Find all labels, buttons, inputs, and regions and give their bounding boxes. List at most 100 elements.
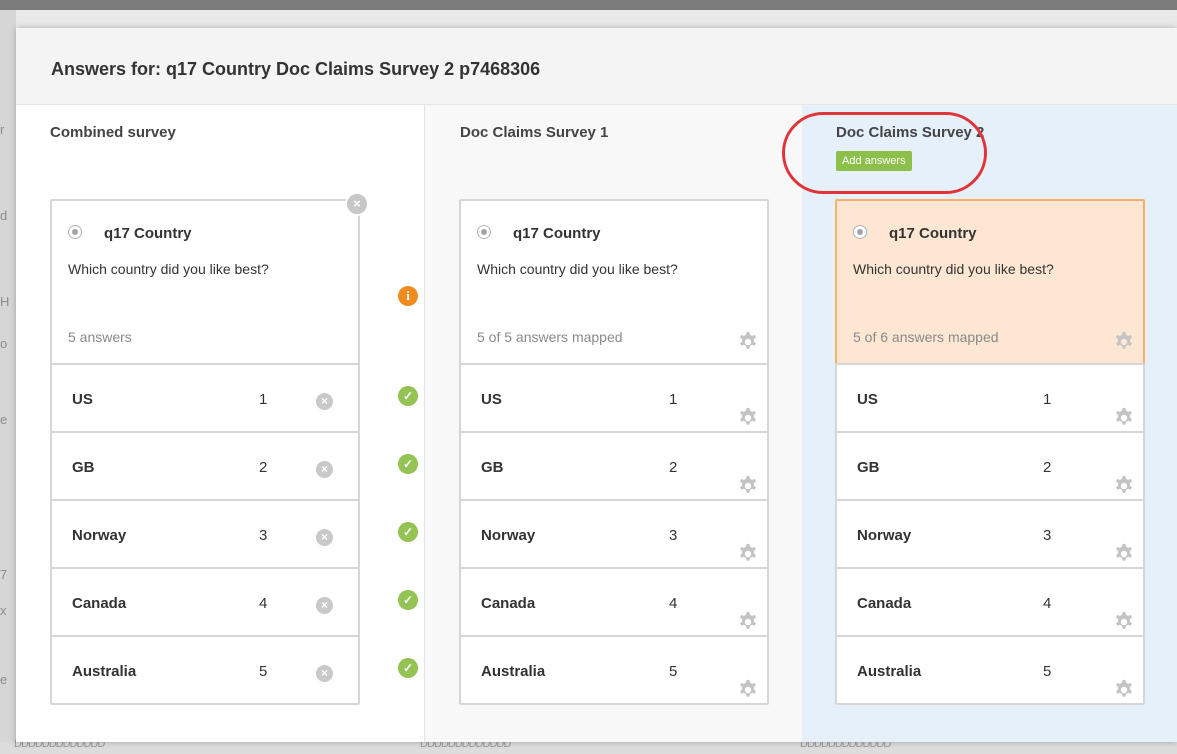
background-fragment: e bbox=[0, 672, 8, 687]
modal-header: Answers for: q17 Country Doc Claims Surv… bbox=[16, 28, 1177, 105]
column-title: Doc Claims Survey 2 bbox=[836, 124, 985, 141]
answer-label: Norway bbox=[72, 527, 127, 544]
background-fragment: x bbox=[0, 603, 7, 618]
answer-label: Canada bbox=[72, 595, 127, 612]
check-icon: ✓ bbox=[398, 386, 418, 406]
info-icon[interactable]: i bbox=[398, 286, 418, 306]
background-left-strip: r d H o e 7 x e bbox=[0, 10, 16, 754]
answer-row[interactable]: GB 2 bbox=[835, 431, 1145, 501]
answer-row[interactable]: US 1 × bbox=[50, 363, 360, 433]
background-fragment: r bbox=[0, 122, 5, 137]
answer-number: 3 bbox=[1043, 527, 1052, 544]
answer-row[interactable]: Australia 5 bbox=[459, 635, 769, 705]
answer-number: 3 bbox=[259, 527, 268, 544]
answer-number: 3 bbox=[669, 527, 678, 544]
answer-label: GB bbox=[857, 459, 880, 476]
column-doc-claims-survey-2: Doc Claims Survey 2 Add answers q17 Coun… bbox=[802, 105, 1177, 742]
question-name: q17 Country bbox=[104, 225, 192, 242]
answer-number: 4 bbox=[1043, 595, 1052, 612]
gear-icon[interactable] bbox=[737, 679, 759, 701]
gear-icon[interactable] bbox=[737, 407, 759, 429]
remove-answer-icon[interactable]: × bbox=[316, 529, 333, 546]
answer-label: US bbox=[72, 391, 93, 408]
check-icon: ✓ bbox=[398, 658, 418, 678]
answer-number: 2 bbox=[1043, 459, 1052, 476]
column-title: Doc Claims Survey 1 bbox=[460, 124, 609, 141]
gear-icon[interactable] bbox=[1113, 679, 1135, 701]
answer-number: 1 bbox=[1043, 391, 1052, 408]
question-name: q17 Country bbox=[513, 225, 601, 242]
remove-question-icon[interactable]: × bbox=[345, 192, 369, 216]
answer-label: Canada bbox=[857, 595, 912, 612]
answer-count: 5 answers bbox=[68, 329, 132, 345]
answer-label: US bbox=[857, 391, 878, 408]
question-card[interactable]: q17 Country Which country did you like b… bbox=[459, 199, 769, 365]
answer-label: Canada bbox=[481, 595, 536, 612]
question-radio-icon[interactable] bbox=[477, 225, 491, 239]
answer-row[interactable]: Australia 5 × bbox=[50, 635, 360, 705]
check-icon: ✓ bbox=[398, 454, 418, 474]
answer-row[interactable]: Canada 4 bbox=[459, 567, 769, 637]
mapped-count: 5 of 5 answers mapped bbox=[477, 329, 623, 345]
answer-row[interactable]: Canada 4 bbox=[835, 567, 1145, 637]
answer-row[interactable]: US 1 bbox=[835, 363, 1145, 433]
answer-row[interactable]: US 1 bbox=[459, 363, 769, 433]
column-doc-claims-survey-1: Doc Claims Survey 1 q17 Country Which co… bbox=[424, 105, 803, 742]
answer-label: US bbox=[481, 391, 502, 408]
background-fragment: o bbox=[0, 336, 8, 351]
question-radio-icon[interactable] bbox=[853, 225, 867, 239]
answer-label: GB bbox=[72, 459, 95, 476]
gear-icon[interactable] bbox=[737, 611, 759, 633]
question-text: Which country did you like best? bbox=[853, 261, 1054, 277]
remove-answer-icon[interactable]: × bbox=[316, 461, 333, 478]
answer-number: 4 bbox=[669, 595, 678, 612]
background-topbar bbox=[0, 0, 1177, 10]
gear-icon[interactable] bbox=[737, 475, 759, 497]
modal-title: Answers for: q17 Country Doc Claims Surv… bbox=[51, 59, 541, 79]
remove-answer-icon[interactable]: × bbox=[316, 393, 333, 410]
check-icon: ✓ bbox=[398, 590, 418, 610]
remove-answer-icon[interactable]: × bbox=[316, 597, 333, 614]
gear-icon[interactable] bbox=[1113, 407, 1135, 429]
gear-icon[interactable] bbox=[1113, 611, 1135, 633]
answer-number: 5 bbox=[259, 663, 268, 680]
answer-row[interactable]: Norway 3 × bbox=[50, 499, 360, 569]
answer-row[interactable]: Norway 3 bbox=[835, 499, 1145, 569]
answer-label: Australia bbox=[72, 663, 137, 680]
answer-row[interactable]: GB 2 bbox=[459, 431, 769, 501]
question-card-selected[interactable]: q17 Country Which country did you like b… bbox=[835, 199, 1145, 365]
background-fragment: H bbox=[0, 294, 10, 309]
gear-icon[interactable] bbox=[1113, 331, 1135, 353]
answer-row[interactable]: Canada 4 × bbox=[50, 567, 360, 637]
answer-number: 2 bbox=[669, 459, 678, 476]
answer-row[interactable]: GB 2 × bbox=[50, 431, 360, 501]
background-fragment: 7 bbox=[0, 567, 8, 582]
answer-row[interactable]: Australia 5 bbox=[835, 635, 1145, 705]
answer-number: 5 bbox=[1043, 663, 1052, 680]
gear-icon[interactable] bbox=[737, 543, 759, 565]
mapped-count: 5 of 6 answers mapped bbox=[853, 329, 999, 345]
answer-label: Norway bbox=[857, 527, 912, 544]
background-fragment: e bbox=[0, 412, 8, 427]
background-fragment: d bbox=[0, 208, 8, 223]
question-radio-icon[interactable] bbox=[68, 225, 82, 239]
answer-number: 4 bbox=[259, 595, 268, 612]
question-card[interactable]: q17 Country Which country did you like b… bbox=[50, 199, 360, 365]
remove-answer-icon[interactable]: × bbox=[316, 665, 333, 682]
gear-icon[interactable] bbox=[737, 331, 759, 353]
question-name: q17 Country bbox=[889, 225, 977, 242]
add-answers-button[interactable]: Add answers bbox=[836, 151, 912, 171]
check-icon: ✓ bbox=[398, 522, 418, 542]
answer-label: Australia bbox=[857, 663, 922, 680]
answer-label: Australia bbox=[481, 663, 546, 680]
gear-icon[interactable] bbox=[1113, 543, 1135, 565]
gear-icon[interactable] bbox=[1113, 475, 1135, 497]
answer-row[interactable]: Norway 3 bbox=[459, 499, 769, 569]
answer-number: 1 bbox=[259, 391, 268, 408]
question-text: Which country did you like best? bbox=[68, 261, 269, 277]
column-title: Combined survey bbox=[50, 124, 176, 141]
answer-number: 5 bbox=[669, 663, 678, 680]
answer-label: GB bbox=[481, 459, 504, 476]
answer-number: 1 bbox=[669, 391, 678, 408]
background-bottom-strip: DDDDDDDDDDDDD DDDDDDDDDDDDD DDDDDDDDDDDD… bbox=[0, 738, 1177, 754]
